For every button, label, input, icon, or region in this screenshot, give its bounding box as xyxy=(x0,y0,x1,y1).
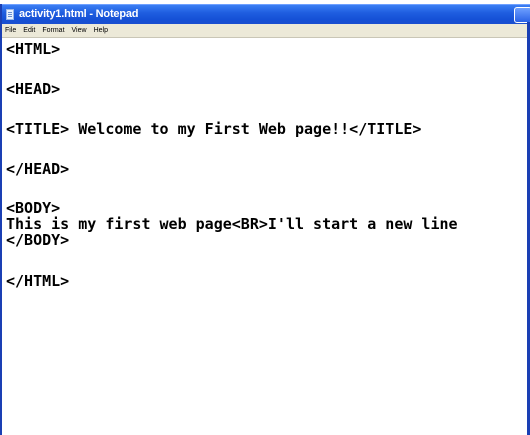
editor-line: <BODY> xyxy=(6,199,61,217)
menu-bar: File Edit Format View Help xyxy=(2,24,530,38)
minimize-icon[interactable] xyxy=(514,7,530,23)
editor-line: </HTML> xyxy=(6,272,70,290)
menu-view[interactable]: View xyxy=(72,27,87,34)
menu-edit[interactable]: Edit xyxy=(23,27,35,34)
editor-line: This is my first web page<BR>I'll start … xyxy=(6,215,458,233)
notepad-icon[interactable] xyxy=(6,9,14,20)
menu-format[interactable]: Format xyxy=(42,27,64,34)
window-title: activity1.html - Notepad xyxy=(19,8,139,20)
text-editor[interactable]: <HTML> <HEAD> <TITLE> Welcome to my Firs… xyxy=(6,39,530,435)
menu-help[interactable]: Help xyxy=(94,27,108,34)
editor-line: </BODY> xyxy=(6,231,70,249)
editor-line: <HTML> xyxy=(6,40,61,58)
menu-file[interactable]: File xyxy=(5,27,16,34)
editor-line: <HEAD> xyxy=(6,80,61,98)
editor-line: </HEAD> xyxy=(6,160,70,178)
title-bar[interactable]: activity1.html - Notepad xyxy=(2,4,530,24)
editor-line: <TITLE> Welcome to my First Web page!!</… xyxy=(6,120,422,138)
notepad-window: activity1.html - Notepad File Edit Forma… xyxy=(0,4,530,435)
